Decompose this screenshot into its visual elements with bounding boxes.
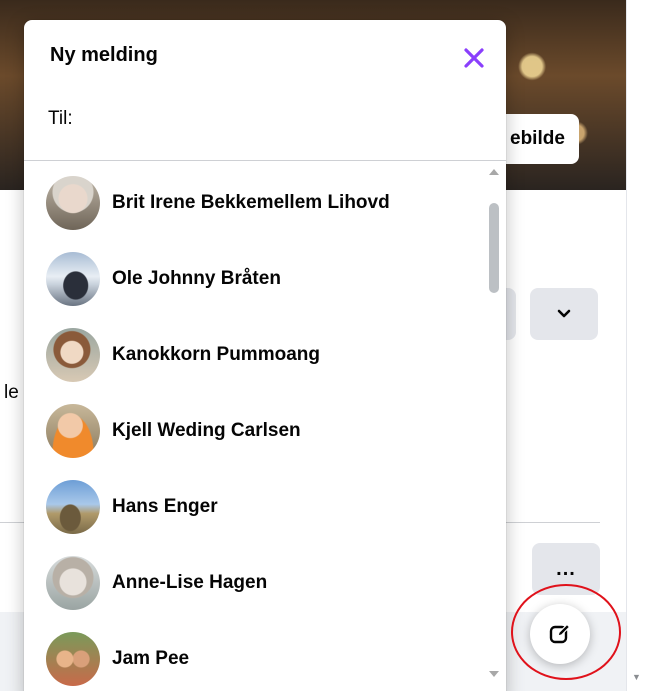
recipient-row: Til:	[24, 100, 506, 161]
profile-dropdown-button[interactable]	[530, 288, 598, 340]
contact-name: Hans Enger	[112, 496, 218, 517]
contact-name: Jam Pee	[112, 648, 190, 669]
contact-list-scrollbar[interactable]	[486, 161, 502, 691]
to-label: Til:	[48, 108, 73, 129]
contact-item[interactable]: Ole Johnny Bråten	[34, 245, 484, 313]
avatar	[46, 632, 100, 686]
scroll-up-arrow-icon[interactable]	[489, 169, 499, 175]
recipient-input[interactable]	[86, 104, 490, 138]
scroll-thumb[interactable]	[489, 203, 499, 293]
contact-item[interactable]: Kanokkorn Pummoang	[34, 321, 484, 389]
dialog-title: Ny melding	[50, 44, 158, 66]
close-button[interactable]	[454, 38, 494, 78]
avatar	[46, 556, 100, 610]
avatar	[46, 404, 100, 458]
avatar	[46, 328, 100, 382]
avatar	[46, 176, 100, 230]
contact-item[interactable]: Jam Pee	[34, 625, 484, 691]
chevron-down-icon	[530, 288, 598, 340]
contact-name: Anne-Lise Hagen	[112, 572, 268, 593]
contact-item[interactable]: Hans Enger	[34, 473, 484, 541]
scroll-down-arrow-icon[interactable]: ▼	[632, 672, 641, 682]
contact-suggestion-list: Brit Irene Bekkemellem Lihovd Ole Johnny…	[24, 161, 506, 691]
contact-name: Brit Irene Bekkemellem Lihovd	[112, 192, 390, 213]
avatar	[46, 252, 100, 306]
contact-name: Kjell Weding Carlsen	[112, 420, 301, 441]
close-icon	[464, 48, 484, 68]
contact-item[interactable]: Brit Irene Bekkemellem Lihovd	[34, 169, 484, 237]
compose-icon	[549, 623, 571, 644]
contact-name: Ole Johnny Bråten	[112, 268, 281, 289]
more-options-button[interactable]: ...	[532, 543, 600, 595]
new-message-dialog: Ny melding Til: Brit Irene Bekkemellem L…	[24, 20, 506, 691]
new-message-button[interactable]	[530, 604, 590, 664]
contact-name: Kanokkorn Pummoang	[112, 344, 320, 365]
facebook-page: ebilde le ... ▼ Ny melding Til: Brit Ire…	[0, 0, 657, 691]
scroll-down-arrow-icon[interactable]	[489, 671, 499, 677]
window-scrollbar[interactable]	[626, 0, 657, 691]
avatar	[46, 480, 100, 534]
dialog-header: Ny melding	[24, 20, 506, 92]
contact-item[interactable]: Kjell Weding Carlsen	[34, 397, 484, 465]
profile-partial-text: le	[4, 382, 19, 403]
contact-item[interactable]: Anne-Lise Hagen	[34, 549, 484, 617]
